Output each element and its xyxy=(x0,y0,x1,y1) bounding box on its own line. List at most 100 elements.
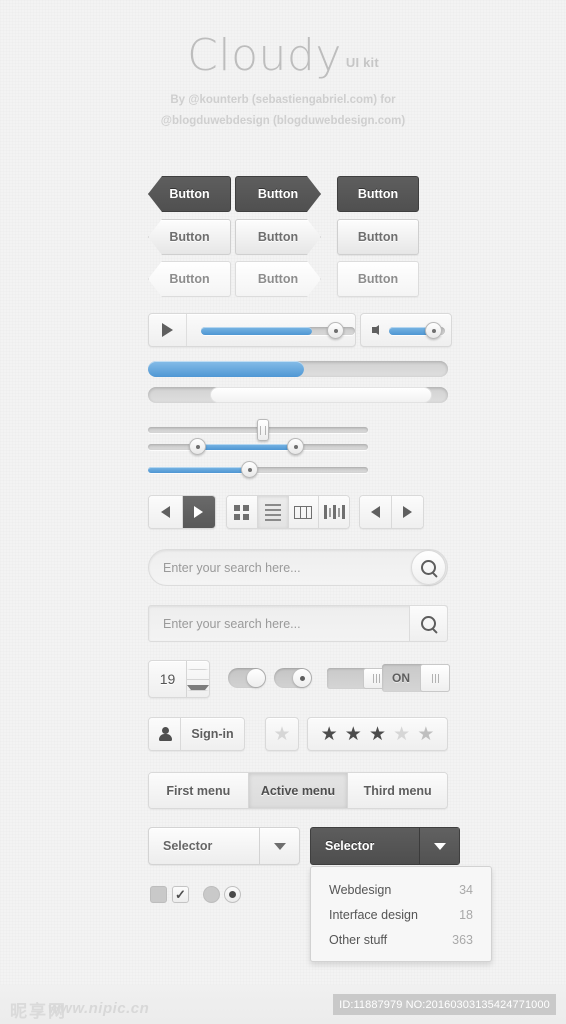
button-lightest-left[interactable]: Button xyxy=(148,261,231,297)
radio-unselected[interactable] xyxy=(203,886,220,903)
star-rating[interactable]: ★ ★ ★ ★ ★ xyxy=(307,717,448,751)
media-player-bar xyxy=(148,313,356,347)
prev-button[interactable] xyxy=(149,496,183,528)
dropdown-menu[interactable]: Webdesign 34 Interface design 18 Other s… xyxy=(310,866,492,962)
selector-dark-label: Selector xyxy=(325,839,375,853)
slide-switch-handle[interactable] xyxy=(420,664,450,692)
selector-light-arrow[interactable] xyxy=(259,828,299,864)
range-slider-knob-high[interactable] xyxy=(287,438,304,455)
star-icon-1[interactable]: ★ xyxy=(321,725,338,744)
range-slider-track xyxy=(148,444,368,450)
stepper-down-button[interactable] xyxy=(187,680,209,698)
dropdown-item-count: 34 xyxy=(459,882,473,897)
radio-selected[interactable] xyxy=(224,886,241,903)
check-icon: ✓ xyxy=(175,886,186,902)
selector-dark-arrow[interactable] xyxy=(419,828,459,864)
menu-tab-active[interactable]: Active menu xyxy=(248,773,349,808)
dropdown-item-interface-design[interactable]: Interface design 18 xyxy=(311,902,491,927)
dropdown-item-label: Webdesign xyxy=(329,882,392,897)
speaker-icon xyxy=(371,325,379,335)
selector-light[interactable]: Selector xyxy=(148,827,300,865)
star-icon-3[interactable]: ★ xyxy=(369,725,386,744)
media-progress-fill xyxy=(201,327,312,335)
blue-progress-bar[interactable] xyxy=(148,361,448,377)
play-button[interactable] xyxy=(149,314,187,346)
range-slider-fill xyxy=(196,444,296,450)
page-subtitle: UI kit xyxy=(345,55,379,70)
blue-progress-fill xyxy=(148,361,304,377)
coverflow-icon xyxy=(323,505,345,519)
slide-switch-on[interactable]: ON xyxy=(382,664,450,692)
flow-view-button[interactable] xyxy=(319,496,349,528)
pager-prev-button[interactable] xyxy=(360,496,392,528)
button-light-rect[interactable]: Button xyxy=(337,219,419,255)
pager-next-button[interactable] xyxy=(392,496,423,528)
caret-down-icon xyxy=(433,842,446,850)
page-title: Cloudy xyxy=(187,30,342,81)
button-label: Button xyxy=(357,187,399,201)
menu-tab-first[interactable]: First menu xyxy=(149,773,249,808)
fill-slider-fill xyxy=(148,467,250,473)
star-icon-4[interactable]: ★ xyxy=(393,725,410,744)
menu-tab-label: Third menu xyxy=(363,783,432,798)
fill-slider-knob[interactable] xyxy=(241,461,258,478)
button-label: Button xyxy=(257,187,299,201)
button-lightest-rect[interactable]: Button xyxy=(337,261,419,297)
menu-tab-third[interactable]: Third menu xyxy=(348,773,447,808)
mute-button[interactable] xyxy=(361,314,389,346)
grid-view-button[interactable] xyxy=(227,496,258,528)
list-view-button[interactable] xyxy=(257,496,289,528)
media-progress-slider[interactable] xyxy=(187,314,355,346)
view-mode-group xyxy=(226,495,350,529)
pill-toggle-handle[interactable] xyxy=(293,669,311,687)
column-view-button[interactable] xyxy=(288,496,320,528)
range-slider-knob-low[interactable] xyxy=(189,438,206,455)
caret-down-icon xyxy=(187,685,209,692)
search-bar-rounded[interactable] xyxy=(148,549,448,586)
search-button-squared[interactable] xyxy=(409,606,447,641)
button-light-right[interactable]: Button xyxy=(235,219,321,255)
fill-slider-track xyxy=(148,467,368,473)
number-stepper[interactable]: 19 xyxy=(148,660,210,698)
volume-slider[interactable] xyxy=(389,314,451,346)
button-light-left[interactable]: Button xyxy=(148,219,231,255)
dropdown-item-label: Interface design xyxy=(329,907,418,922)
id-badge-text: ID:11887979 NO:20160303135424771000 xyxy=(339,998,550,1011)
credit-block: By @kounterb (sebastiengabriel.com) for … xyxy=(0,90,566,132)
media-progress-knob[interactable] xyxy=(327,322,344,339)
person-icon xyxy=(158,727,172,741)
stepper-arrows xyxy=(186,661,209,697)
search-button-rounded[interactable] xyxy=(411,550,446,585)
checkbox-checked[interactable]: ✓ xyxy=(172,886,189,903)
button-label: Button xyxy=(169,230,210,244)
fill-slider[interactable] xyxy=(148,460,368,480)
button-dark-right[interactable]: Button xyxy=(235,176,321,212)
search-input-squared[interactable] xyxy=(149,615,409,632)
ui-kit-canvas: Cloudy UI kit By @kounterb (sebastiengabr… xyxy=(0,0,566,1024)
button-dark-left[interactable]: Button xyxy=(148,176,231,212)
list-icon xyxy=(264,503,281,521)
dropdown-item-other-stuff[interactable]: Other stuff 363 xyxy=(311,927,491,952)
single-star-button[interactable]: ★ xyxy=(265,717,299,751)
button-lightest-right[interactable]: Button xyxy=(235,261,321,297)
dropdown-item-webdesign[interactable]: Webdesign 34 xyxy=(311,877,491,902)
volume-knob[interactable] xyxy=(425,322,442,339)
pill-toggle-off[interactable] xyxy=(228,668,266,688)
triangle-left-icon xyxy=(371,506,380,518)
button-dark-rect[interactable]: Button xyxy=(337,176,419,212)
range-slider[interactable] xyxy=(148,437,368,457)
pill-toggle-on[interactable] xyxy=(274,668,312,688)
selector-dark[interactable]: Selector xyxy=(310,827,460,865)
white-progress-bar[interactable] xyxy=(148,387,448,403)
stepper-up-button[interactable] xyxy=(187,661,209,680)
search-bar-squared[interactable] xyxy=(148,605,448,642)
search-input-rounded[interactable] xyxy=(149,559,411,576)
pill-toggle-handle[interactable] xyxy=(247,669,265,687)
next-button-active[interactable] xyxy=(182,496,215,528)
credit-line-2: @blogduwebdesign (blogduwebdesign.com) xyxy=(160,115,406,127)
signin-button[interactable]: Sign-in xyxy=(148,717,245,751)
star-icon-5[interactable]: ★ xyxy=(417,725,434,744)
star-icon-2[interactable]: ★ xyxy=(345,725,362,744)
slide-switch-plain[interactable] xyxy=(327,668,389,689)
checkbox-unchecked[interactable] xyxy=(150,886,167,903)
